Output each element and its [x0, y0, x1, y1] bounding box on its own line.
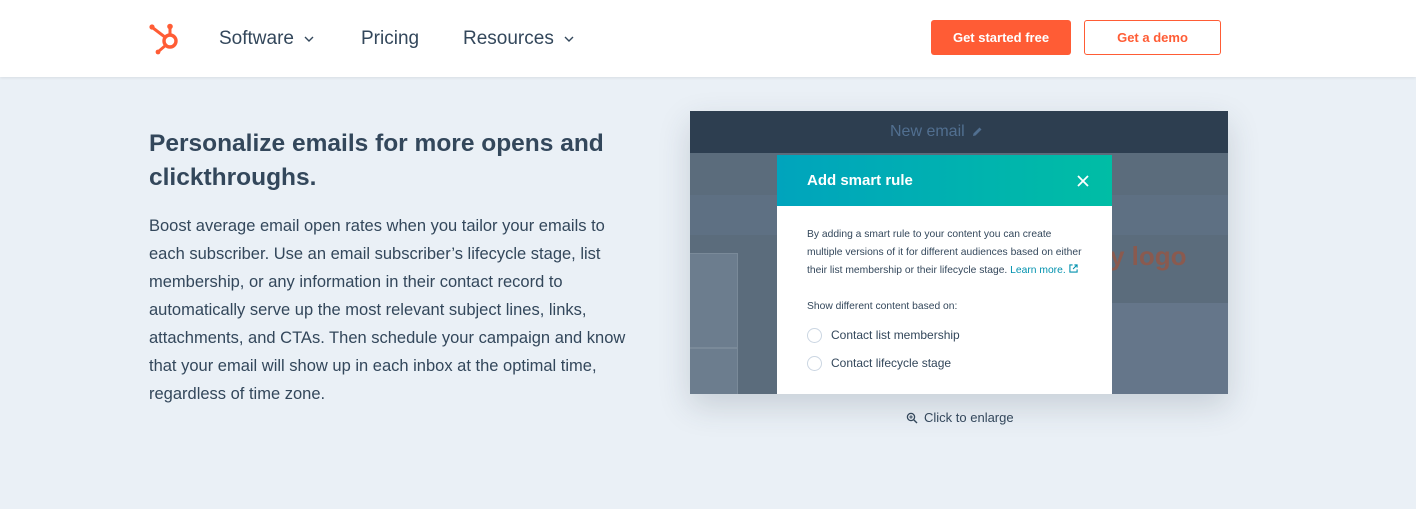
modal-subheading: Show different content based on:: [807, 301, 958, 312]
radio-option-label: Contact lifecycle stage: [831, 356, 952, 370]
nav-resources-label: Resources: [463, 28, 554, 49]
chevron-down-icon: [304, 36, 314, 42]
radio-option-label: Contact list membership: [831, 328, 960, 342]
radio-option: Contact lifecycle stage: [807, 354, 1082, 372]
modal-title: Add smart rule: [807, 172, 913, 189]
radio-button: [807, 327, 822, 343]
mock-sidebar-card: [690, 348, 738, 394]
chevron-down-icon: [564, 36, 574, 42]
mock-window-title: New email: [890, 123, 983, 141]
pencil-icon: [972, 127, 982, 136]
modal-description: By adding a smart rule to your content y…: [807, 226, 1082, 280]
magnifier-icon: [906, 412, 918, 423]
get-a-demo-button[interactable]: Get a demo: [1084, 20, 1221, 55]
site-header: Software Pricing Resources Get started f…: [0, 0, 1416, 77]
modal-header: Add smart rule: [777, 155, 1112, 206]
modal-body: By adding a smart rule to your content y…: [777, 206, 1112, 372]
feature-screenshot[interactable]: New email y logo Add smart rule By addin…: [690, 111, 1228, 394]
external-link-icon: [1068, 264, 1078, 273]
radio-button: [807, 355, 822, 371]
mock-content-panel: [1100, 303, 1228, 394]
mock-window-title-text: New email: [890, 123, 965, 140]
section-heading: Personalize emails for more opens and cl…: [149, 130, 604, 191]
nav-pricing[interactable]: Pricing: [361, 28, 419, 50]
radio-option: Contact list membership: [807, 326, 1082, 344]
click-to-enlarge-link[interactable]: Click to enlarge: [906, 410, 1014, 425]
smart-rule-modal: Add smart rule By adding a smart rule to…: [777, 155, 1112, 394]
nav-software[interactable]: Software: [219, 28, 316, 50]
get-started-free-button[interactable]: Get started free: [931, 20, 1071, 55]
mock-sidebar-card: [690, 253, 738, 348]
learn-more-link: Learn more.: [1010, 265, 1066, 276]
hubspot-logo-icon[interactable]: [146, 20, 182, 56]
nav-resources[interactable]: Resources: [463, 28, 576, 50]
nav-pricing-label: Pricing: [361, 28, 420, 49]
click-to-enlarge-label: Click to enlarge: [924, 410, 1014, 425]
section-body-text: Boost average email open rates when you …: [149, 217, 626, 403]
mock-logo-placeholder: y logo: [1110, 241, 1187, 271]
nav-software-label: Software: [219, 28, 294, 49]
mock-editor-topbar: New email: [690, 111, 1228, 153]
close-icon: [1077, 174, 1089, 187]
